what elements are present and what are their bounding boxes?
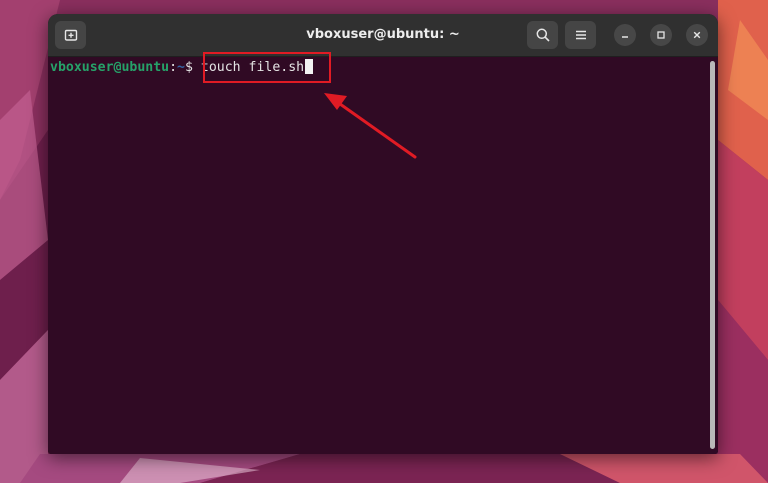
- minimize-button[interactable]: [614, 24, 636, 46]
- scrollbar[interactable]: [710, 61, 715, 449]
- menu-button[interactable]: [565, 21, 596, 49]
- maximize-icon: [657, 31, 665, 39]
- hamburger-menu-icon: [575, 30, 586, 40]
- close-button[interactable]: [686, 24, 708, 46]
- prompt-user: vboxuser@ubuntu: [50, 60, 170, 75]
- annotation-highlight-box: [203, 52, 331, 83]
- close-icon: [693, 31, 701, 39]
- prompt-symbol: $: [185, 60, 201, 75]
- titlebar[interactable]: vboxuser@ubuntu: ~: [48, 14, 718, 57]
- minimize-icon: [622, 36, 628, 38]
- new-tab-button[interactable]: [55, 21, 86, 49]
- terminal-area[interactable]: vboxuser@ubuntu:~$ touch file.sh: [48, 57, 718, 454]
- prompt-path: ~: [177, 60, 185, 75]
- prompt-separator: :: [169, 60, 178, 75]
- search-button[interactable]: [527, 21, 558, 49]
- maximize-button[interactable]: [650, 24, 672, 46]
- terminal-window[interactable]: vboxuser@ubuntu: ~ vboxuser@ubuntu:~$ to…: [48, 14, 718, 454]
- search-icon: [536, 28, 550, 42]
- new-tab-icon: [64, 29, 77, 41]
